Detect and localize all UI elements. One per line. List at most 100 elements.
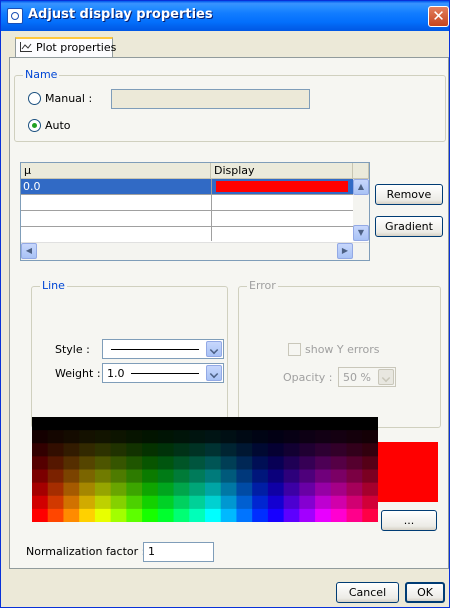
palette-swatch[interactable]	[79, 443, 96, 457]
palette-swatch[interactable]	[79, 417, 96, 431]
palette-swatch[interactable]	[205, 443, 222, 457]
palette-swatch[interactable]	[63, 469, 80, 484]
palette-swatch[interactable]	[47, 417, 64, 431]
palette-swatch[interactable]	[205, 482, 222, 497]
palette-swatch[interactable]	[189, 495, 206, 510]
palette-swatch[interactable]	[236, 430, 253, 444]
palette-swatch[interactable]	[79, 456, 96, 471]
palette-swatch[interactable]	[79, 430, 96, 444]
palette-swatch[interactable]	[142, 508, 159, 522]
palette-swatch[interactable]	[94, 456, 112, 471]
palette-swatch[interactable]	[142, 443, 159, 457]
palette-swatch[interactable]	[315, 508, 332, 522]
ok-button[interactable]: OK	[405, 582, 445, 603]
palette-swatch[interactable]	[94, 495, 112, 510]
palette-swatch[interactable]	[189, 469, 206, 484]
palette-swatch[interactable]	[299, 417, 316, 431]
palette-swatch[interactable]	[252, 495, 269, 510]
palette-swatch[interactable]	[157, 443, 175, 457]
palette-swatch[interactable]	[173, 508, 190, 522]
palette-swatch[interactable]	[315, 482, 332, 497]
palette-swatch[interactable]	[205, 495, 222, 510]
scroll-right-icon[interactable]: ▶	[337, 243, 353, 259]
palette-swatch[interactable]	[142, 456, 159, 471]
palette-swatch[interactable]	[267, 508, 285, 522]
palette-swatch[interactable]	[220, 482, 237, 497]
palette-swatch[interactable]	[79, 482, 96, 497]
palette-swatch[interactable]	[110, 469, 127, 484]
palette-swatch[interactable]	[126, 508, 143, 522]
palette-swatch[interactable]	[315, 456, 332, 471]
palette-swatch[interactable]	[94, 482, 112, 497]
palette-swatch[interactable]	[47, 508, 64, 522]
palette-swatch[interactable]	[315, 417, 332, 431]
palette-swatch[interactable]	[126, 417, 143, 431]
palette-swatch[interactable]	[142, 495, 159, 510]
palette-swatch[interactable]	[236, 495, 253, 510]
palette-swatch[interactable]	[330, 417, 348, 431]
palette-swatch[interactable]	[220, 417, 237, 431]
close-button[interactable]: ✕	[428, 6, 449, 27]
palette-swatch[interactable]	[94, 508, 112, 522]
palette-swatch[interactable]	[220, 469, 237, 484]
palette-swatch[interactable]	[283, 456, 300, 471]
palette-swatch[interactable]	[283, 443, 300, 457]
palette-swatch[interactable]	[126, 469, 143, 484]
palette-swatch[interactable]	[110, 456, 127, 471]
cancel-button[interactable]: Cancel	[336, 582, 399, 603]
title-bar[interactable]: Adjust display properties ✕	[1, 1, 449, 31]
palette-swatch[interactable]	[236, 417, 253, 431]
palette-swatch[interactable]	[189, 430, 206, 444]
palette-swatch[interactable]	[110, 443, 127, 457]
palette-swatch[interactable]	[157, 417, 175, 431]
palette-swatch[interactable]	[362, 417, 378, 431]
palette-swatch[interactable]	[330, 443, 348, 457]
palette-swatch[interactable]	[346, 495, 363, 510]
palette-swatch[interactable]	[32, 430, 49, 444]
palette-swatch[interactable]	[267, 417, 285, 431]
palette-swatch[interactable]	[126, 456, 143, 471]
palette-swatch[interactable]	[157, 456, 175, 471]
color-palette[interactable]	[32, 417, 378, 522]
palette-swatch[interactable]	[299, 469, 316, 484]
palette-swatch[interactable]	[346, 443, 363, 457]
palette-swatch[interactable]	[47, 443, 64, 457]
palette-swatch[interactable]	[236, 456, 253, 471]
palette-swatch[interactable]	[283, 417, 300, 431]
palette-swatch[interactable]	[189, 443, 206, 457]
scroll-left-icon[interactable]: ◀	[21, 243, 37, 259]
palette-swatch[interactable]	[63, 443, 80, 457]
palette-swatch[interactable]	[63, 495, 80, 510]
palette-swatch[interactable]	[110, 417, 127, 431]
palette-swatch[interactable]	[346, 417, 363, 431]
table-row[interactable]: 0.0	[21, 179, 353, 195]
palette-swatch[interactable]	[142, 417, 159, 431]
palette-swatch[interactable]	[220, 430, 237, 444]
palette-swatch[interactable]	[362, 456, 378, 471]
palette-swatch[interactable]	[189, 482, 206, 497]
palette-swatch[interactable]	[110, 508, 127, 522]
palette-swatch[interactable]	[252, 469, 269, 484]
palette-swatch[interactable]	[330, 430, 348, 444]
palette-swatch[interactable]	[315, 495, 332, 510]
palette-swatch[interactable]	[220, 508, 237, 522]
palette-swatch[interactable]	[299, 456, 316, 471]
palette-swatch[interactable]	[173, 417, 190, 431]
palette-swatch[interactable]	[157, 430, 175, 444]
palette-swatch[interactable]	[283, 495, 300, 510]
palette-swatch[interactable]	[94, 430, 112, 444]
palette-swatch[interactable]	[157, 469, 175, 484]
palette-swatch[interactable]	[110, 482, 127, 497]
palette-swatch[interactable]	[283, 469, 300, 484]
palette-swatch[interactable]	[220, 443, 237, 457]
palette-swatch[interactable]	[63, 508, 80, 522]
palette-swatch[interactable]	[236, 469, 253, 484]
palette-swatch[interactable]	[63, 482, 80, 497]
palette-swatch[interactable]	[315, 430, 332, 444]
palette-swatch[interactable]	[79, 469, 96, 484]
palette-swatch[interactable]	[32, 417, 49, 431]
show-y-errors-checkbox[interactable]	[288, 343, 301, 356]
palette-swatch[interactable]	[346, 508, 363, 522]
palette-swatch[interactable]	[315, 469, 332, 484]
palette-swatch[interactable]	[362, 508, 378, 522]
